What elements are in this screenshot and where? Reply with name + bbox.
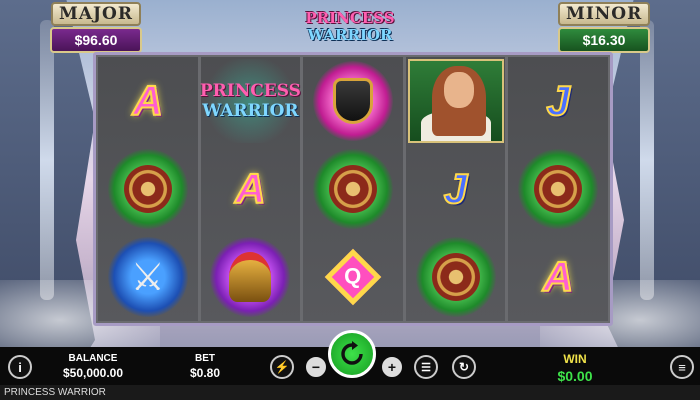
reel-symbol: [408, 234, 504, 320]
logo-line2: WARRIOR: [307, 26, 393, 44]
symbol-a: A: [234, 164, 266, 213]
reel-4: J: [405, 57, 506, 321]
bet-value: $0.80: [189, 366, 221, 380]
reel-symbol: [305, 146, 401, 232]
symbol-q: Q: [324, 248, 382, 306]
minor-label: MINOR: [558, 2, 651, 26]
symbol-j: J: [545, 76, 570, 125]
balance-display: BALANCE $50,000.00: [58, 353, 128, 380]
shield-icon: [312, 149, 393, 229]
symbol-j: J: [443, 164, 468, 213]
reel-symbol: A: [100, 58, 196, 144]
footer-title: PRINCESS WARRIOR: [0, 385, 700, 400]
info-icon[interactable]: i: [8, 355, 32, 379]
major-amount: $96.60: [50, 27, 142, 53]
reel-grid: A ⚔ PRINCESS WARRIOR A Q J J A: [93, 52, 613, 326]
waterfall-right: [640, 20, 654, 300]
major-jackpot: MAJOR $96.60: [50, 2, 142, 53]
turbo-icon[interactable]: ⚡: [270, 355, 294, 379]
reel-2: PRINCESS WARRIOR A: [200, 57, 301, 321]
reel-symbol: ⚔: [100, 234, 196, 320]
reel-symbol: J: [510, 58, 606, 144]
reel-symbol: A: [202, 146, 298, 232]
spin-button[interactable]: [328, 330, 376, 378]
reel-symbol: [202, 234, 298, 320]
reel-symbol: [407, 58, 504, 144]
game-logo: PRINCESS WARRIOR: [302, 10, 398, 44]
spin-arrow-icon: [341, 341, 363, 365]
win-value: $0.00: [557, 368, 593, 384]
minor-amount: $16.30: [558, 27, 650, 53]
reel-symbol: J: [408, 146, 504, 232]
reel-5: JA: [508, 57, 608, 321]
logo-wild-symbol: PRINCESS WARRIOR: [200, 59, 301, 143]
reel-3: Q: [303, 57, 403, 321]
major-label: MAJOR: [51, 2, 141, 26]
reel-symbol: [100, 146, 196, 232]
crossed-swords-icon: ⚔: [107, 237, 188, 317]
princess-portrait-symbol: [407, 59, 504, 143]
reel-symbol: A: [510, 234, 606, 320]
win-label: WIN: [563, 352, 587, 366]
symbol-a: A: [542, 252, 574, 301]
minor-jackpot: MINOR $16.30: [558, 2, 651, 53]
shield-icon: [518, 149, 599, 229]
shield-icon: [415, 237, 496, 317]
reel-symbol: [510, 146, 606, 232]
balance-label: BALANCE: [68, 353, 118, 364]
helmet-icon: [210, 237, 291, 317]
reel-symbol: Q: [305, 234, 401, 320]
win-display: WIN $0.00: [540, 352, 610, 384]
shield-icon: [107, 149, 188, 229]
reel-1: A ⚔: [98, 57, 198, 321]
bet-label: BET: [195, 353, 215, 364]
menu-icon[interactable]: ≡: [670, 355, 694, 379]
logo-line1: PRINCESS: [305, 9, 395, 27]
autoplay-icon[interactable]: ↻: [452, 355, 476, 379]
game-stage: MAJOR $96.60 MINOR $16.30 PRINCESS WARRI…: [0, 0, 700, 400]
reel-symbol: PRINCESS WARRIOR: [200, 58, 301, 144]
symbol-a: A: [132, 76, 164, 125]
bet-decrease-button[interactable]: −: [306, 357, 326, 377]
bet-display: BET $0.80: [180, 353, 230, 380]
balance-value: $50,000.00: [62, 366, 124, 380]
bet-increase-button[interactable]: +: [382, 357, 402, 377]
reel-symbol: [305, 58, 401, 144]
coins-icon[interactable]: ☰: [414, 355, 438, 379]
chalice-icon: [312, 61, 393, 141]
waterfall-left: [40, 20, 54, 300]
